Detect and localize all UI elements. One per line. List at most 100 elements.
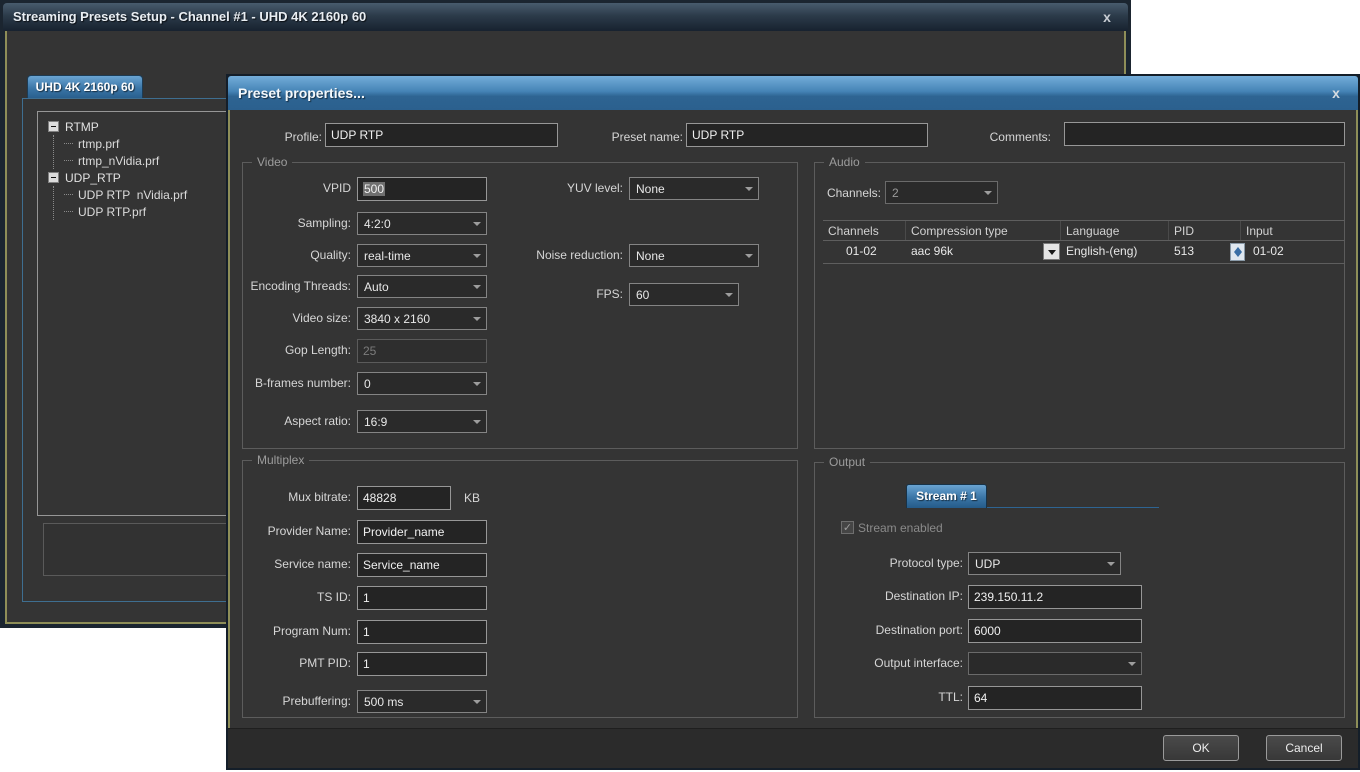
cancel-button[interactable]: Cancel: [1266, 735, 1342, 761]
pmt-pid-label: PMT PID:: [245, 656, 351, 670]
audio-channels-select[interactable]: 2: [885, 181, 998, 204]
multiplex-group: Multiplex Mux bitrate: 48828 KB Provider…: [242, 460, 798, 718]
mux-bitrate-input[interactable]: 48828: [357, 486, 451, 510]
header-input: Input: [1241, 221, 1345, 240]
audio-group: Audio Channels: 2 Channels Compression t…: [814, 162, 1345, 449]
vpid-input[interactable]: 500: [357, 177, 487, 201]
destination-ip-input[interactable]: 239.150.11.2: [968, 585, 1142, 609]
program-num-input[interactable]: 1: [357, 620, 487, 644]
quality-select[interactable]: real-time: [357, 244, 487, 267]
output-interface-select[interactable]: [968, 652, 1142, 675]
destination-ip-label: Destination IP:: [843, 589, 963, 603]
audio-table-header: Channels Compression type Language PID I…: [823, 220, 1345, 241]
fps-select[interactable]: 60: [629, 283, 739, 306]
close-icon[interactable]: x: [1327, 84, 1345, 102]
gop-length-input: 25: [357, 339, 487, 363]
preset-name-input[interactable]: UDP RTP: [686, 123, 928, 147]
dialog-button-strip: OK Cancel: [228, 728, 1358, 768]
program-num-label: Program Num:: [245, 624, 351, 638]
dropdown-arrow-icon: [725, 293, 733, 297]
dialog-title: Preset properties...: [238, 76, 365, 110]
gop-length-label: Gop Length:: [245, 343, 351, 357]
aspect-ratio-select[interactable]: 16:9: [357, 410, 487, 433]
dropdown-arrow-icon: [745, 254, 753, 258]
cell-channels: 01-02: [823, 241, 906, 263]
noise-reduction-select[interactable]: None: [629, 244, 759, 267]
video-size-label: Video size:: [245, 311, 351, 325]
yuv-level-select[interactable]: None: [629, 177, 759, 200]
video-size-select[interactable]: 3840 x 2160: [357, 307, 487, 330]
window-title: Streaming Presets Setup - Channel #1 - U…: [13, 3, 366, 31]
preset-properties-dialog: Preset properties... x Profile: UDP RTP …: [226, 74, 1360, 770]
dropdown-arrow-icon: [1128, 662, 1136, 666]
dropdown-arrow-icon: [473, 700, 481, 704]
ttl-label: TTL:: [843, 690, 963, 704]
expand-minus-icon[interactable]: [48, 172, 59, 183]
dropdown-arrow-icon: [473, 420, 481, 424]
output-group: Output Stream # 1 ✓ Stream enabled Proto…: [814, 462, 1345, 718]
noise-reduction-label: Noise reduction:: [483, 248, 623, 262]
sampling-label: Sampling:: [245, 216, 351, 230]
service-name-input[interactable]: Service_name: [357, 553, 487, 577]
provider-name-label: Provider Name:: [245, 524, 351, 538]
tab-stream-1[interactable]: Stream # 1: [906, 484, 987, 508]
ts-id-input[interactable]: 1: [357, 586, 487, 610]
prebuffering-label: Prebuffering:: [245, 694, 351, 708]
header-compression-type: Compression type: [906, 221, 1061, 240]
preset-name-label: Preset name:: [600, 130, 683, 144]
encoding-threads-label: Encoding Threads:: [245, 279, 351, 293]
vpid-selected-text: 500: [363, 182, 385, 196]
dropdown-arrow-icon: [1107, 562, 1115, 566]
cell-input: 01-02: [1241, 241, 1345, 263]
stream-enabled-checkbox[interactable]: ✓: [841, 521, 854, 534]
destination-port-label: Destination port:: [843, 623, 963, 637]
prebuffering-select[interactable]: 500 ms: [357, 690, 487, 713]
protocol-type-select[interactable]: UDP: [968, 552, 1121, 575]
spinner-down-icon[interactable]: [1234, 252, 1242, 257]
checkbox-check-icon: ✓: [843, 522, 852, 534]
audio-group-legend: Audio: [824, 155, 865, 169]
encoding-threads-select[interactable]: Auto: [357, 275, 487, 298]
comments-input[interactable]: [1064, 122, 1345, 146]
protocol-type-label: Protocol type:: [843, 556, 963, 570]
yuv-level-label: YUV level:: [483, 181, 623, 195]
video-group: Video VPID 500 Sampling: 4:2:0 Quality: …: [242, 162, 798, 449]
mux-bitrate-label: Mux bitrate:: [245, 490, 351, 504]
provider-name-input[interactable]: Provider_name: [357, 520, 487, 544]
sampling-select[interactable]: 4:2:0: [357, 212, 487, 235]
dropdown-arrow-icon: [984, 191, 992, 195]
audio-channels-label: Channels:: [819, 186, 881, 200]
tab-uhd-4k-2160p-60[interactable]: UHD 4K 2160p 60: [27, 75, 143, 99]
dropdown-arrow-icon: [473, 222, 481, 226]
compression-dropdown-button[interactable]: [1043, 243, 1060, 260]
dropdown-arrow-icon: [473, 317, 481, 321]
mux-bitrate-unit: KB: [464, 491, 494, 505]
fps-label: FPS:: [483, 287, 623, 301]
audio-table: Channels Compression type Language PID I…: [823, 220, 1345, 264]
comments-label: Comments:: [968, 130, 1051, 144]
window-titlebar: Streaming Presets Setup - Channel #1 - U…: [3, 3, 1128, 31]
dropdown-arrow-icon: [473, 285, 481, 289]
destination-port-input[interactable]: 6000: [968, 619, 1142, 643]
ttl-input[interactable]: 64: [968, 686, 1142, 710]
profile-label: Profile:: [245, 130, 322, 144]
input-spinner[interactable]: [1230, 243, 1245, 261]
screen: Streaming Presets Setup - Channel #1 - U…: [0, 0, 1360, 772]
header-language: Language: [1061, 221, 1169, 240]
expand-minus-icon[interactable]: [48, 121, 59, 132]
video-group-legend: Video: [252, 155, 292, 169]
ok-button[interactable]: OK: [1163, 735, 1239, 761]
quality-label: Quality:: [245, 248, 351, 262]
output-group-legend: Output: [824, 455, 870, 469]
close-icon[interactable]: x: [1098, 8, 1116, 26]
stream-enabled-label: Stream enabled: [858, 521, 978, 535]
multiplex-group-legend: Multiplex: [252, 453, 309, 467]
audio-table-row[interactable]: 01-02 aac 96k English-(eng) 513 01-02: [823, 241, 1345, 264]
aspect-ratio-label: Aspect ratio:: [245, 414, 351, 428]
dropdown-arrow-icon: [745, 187, 753, 191]
bframes-label: B-frames number:: [245, 376, 351, 390]
profile-input[interactable]: UDP RTP: [325, 123, 558, 147]
pmt-pid-input[interactable]: 1: [357, 652, 487, 676]
bframes-select[interactable]: 0: [357, 372, 487, 395]
dialog-titlebar: Preset properties... x: [228, 76, 1358, 110]
